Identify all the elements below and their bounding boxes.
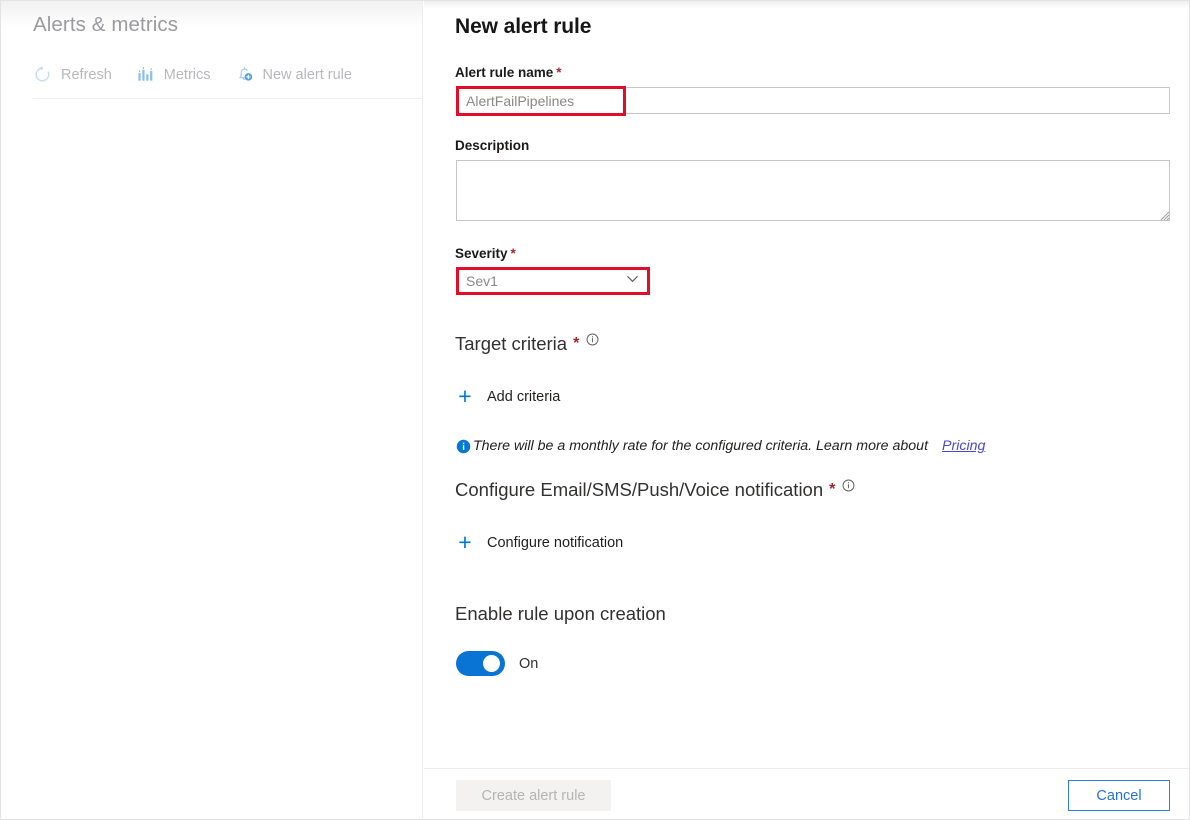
severity-selected-value: Sev1 — [466, 273, 498, 289]
add-criteria-label: Add criteria — [487, 388, 561, 405]
blade-action-bar: Create alert rule Cancel — [424, 768, 1189, 819]
add-criteria-button[interactable]: + Add criteria — [456, 385, 560, 408]
target-criteria-heading-text: Target criteria — [455, 333, 568, 354]
severity-dropdown[interactable]: Sev1 — [456, 268, 648, 294]
target-criteria-required-star: * — [573, 335, 580, 352]
configure-notification-heading: Configure Email/SMS/Push/Voice notificat… — [455, 479, 855, 501]
pricing-info-text: There will be a monthly rate for the con… — [473, 438, 929, 454]
configure-notification-button[interactable]: + Configure notification — [456, 531, 623, 554]
target-criteria-heading: Target criteria * — [455, 333, 599, 355]
alert-rule-name-label-text: Alert rule name — [455, 65, 554, 80]
refresh-label: Refresh — [61, 66, 112, 83]
cancel-button[interactable]: Cancel — [1068, 780, 1170, 811]
metrics-bar-chart-icon — [136, 65, 155, 84]
metrics-label: Metrics — [163, 66, 211, 83]
metrics-command[interactable]: Metrics — [136, 63, 225, 86]
severity-label: Severity * — [455, 246, 516, 261]
enable-rule-heading: Enable rule upon creation — [455, 603, 666, 624]
new-alert-rule-command[interactable]: New alert rule — [235, 63, 366, 86]
toolbar-divider — [33, 98, 423, 99]
description-textarea[interactable] — [456, 160, 1170, 221]
chevron-down-icon — [625, 271, 640, 291]
refresh-icon — [33, 65, 52, 84]
description-label: Description — [455, 138, 530, 153]
target-criteria-info-outline-icon[interactable] — [586, 333, 599, 346]
alerts-metrics-title: Alerts & metrics — [33, 13, 179, 36]
alert-rule-name-required-star: * — [556, 65, 562, 80]
plus-icon: + — [458, 383, 472, 409]
enable-rule-toggle-state: On — [519, 655, 539, 672]
configure-notification-heading-text: Configure Email/SMS/Push/Voice notificat… — [455, 479, 824, 500]
pricing-info-note: There will be a monthly rate for the con… — [456, 438, 985, 459]
severity-label-text: Severity — [455, 246, 508, 261]
enable-rule-toggle-row: On — [456, 651, 538, 676]
blade-top-gradient — [424, 1, 1189, 9]
bell-plus-icon — [235, 65, 254, 84]
refresh-command[interactable]: Refresh — [33, 63, 126, 86]
alert-rule-name-input[interactable] — [456, 87, 1170, 114]
notification-required-star: * — [829, 481, 836, 498]
severity-required-star: * — [510, 246, 516, 261]
info-filled-icon — [456, 439, 471, 459]
alerts-metrics-panel: Alerts & metrics Refresh Metrics New ale… — [1, 1, 423, 819]
alert-rule-name-label: Alert rule name * — [455, 65, 562, 80]
new-alert-rule-blade: New alert rule Alert rule name* Descript… — [424, 1, 1189, 819]
new-alert-rule-label: New alert rule — [262, 66, 352, 83]
plus-icon: + — [458, 529, 472, 555]
enable-rule-toggle[interactable] — [456, 651, 505, 676]
create-alert-rule-button[interactable]: Create alert rule — [456, 780, 611, 811]
toggle-knob — [483, 655, 500, 672]
azure-new-alert-rule-screen: Alerts & metrics Refresh Metrics New ale… — [0, 0, 1190, 820]
alerts-metrics-toolbar: Refresh Metrics New alert rule — [33, 63, 376, 86]
configure-notification-label: Configure notification — [487, 534, 624, 551]
notification-info-outline-icon[interactable] — [842, 479, 855, 492]
pricing-link[interactable]: Pricing — [942, 438, 985, 454]
page-title: New alert rule — [455, 15, 592, 38]
